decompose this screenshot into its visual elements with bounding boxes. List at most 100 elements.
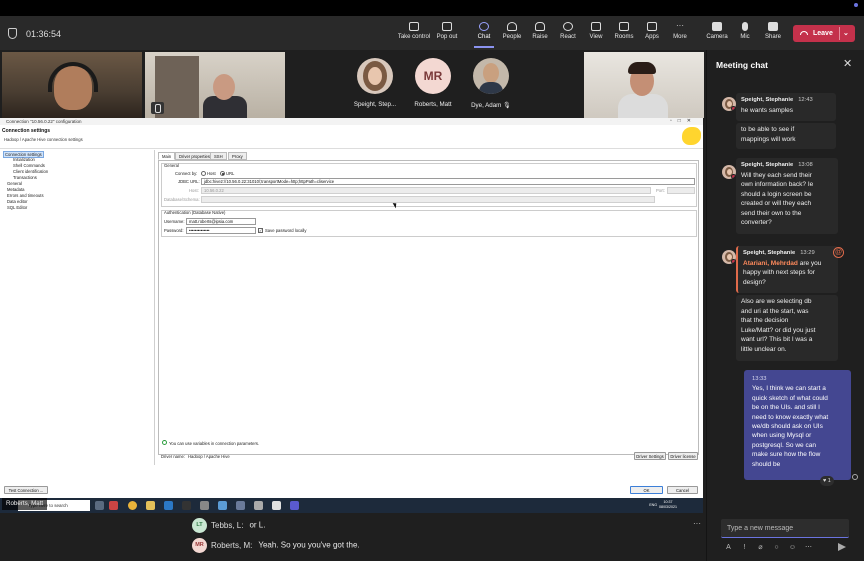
participant-name: Dye, Adam 🎙 xyxy=(471,102,511,109)
tray-date: 08/03/2021 xyxy=(659,505,677,509)
tree-item-initialization[interactable]: Initialization xyxy=(13,157,35,162)
window-controls[interactable]: ▫□✕ xyxy=(670,118,697,125)
ok-button[interactable]: OK xyxy=(630,486,663,494)
password-input[interactable]: •••••••••••••• xyxy=(186,227,256,234)
captions-more-icon[interactable]: ··· xyxy=(693,519,701,528)
app-icon[interactable] xyxy=(109,501,118,510)
tree-item-data-editor[interactable]: Data editor xyxy=(7,199,27,204)
settings-icon[interactable] xyxy=(200,501,209,510)
participant-video-2[interactable] xyxy=(145,52,285,118)
shared-screen[interactable]: Connection "10.56.0.22" configuration ▫□… xyxy=(0,118,703,513)
cancel-button[interactable]: Cancel xyxy=(667,486,698,494)
meeting-timer: 01:36:54 xyxy=(26,29,62,39)
tree-item-errors-timeouts[interactable]: Errors and timeouts xyxy=(7,193,44,198)
close-icon[interactable]: ✕ xyxy=(843,57,852,70)
emoji-icon[interactable]: ☺ xyxy=(788,543,797,552)
task-view-icon[interactable] xyxy=(95,501,104,510)
my-chat-message[interactable]: 13:33 Yes, I think we can start a quick … xyxy=(744,370,851,480)
tree-item-sql-editor[interactable]: SQL Editor xyxy=(7,205,27,210)
terminal-icon[interactable] xyxy=(182,501,191,510)
tab-ssh[interactable]: SSH xyxy=(210,152,227,160)
mic-muted-icon xyxy=(151,102,164,114)
pop-out-button[interactable]: Pop out xyxy=(430,22,464,40)
teams-icon[interactable] xyxy=(290,501,299,510)
driver-license-button[interactable]: Driver license xyxy=(668,452,698,460)
general-group-label: General xyxy=(164,163,179,168)
heart-reaction[interactable]: ♥ 1 xyxy=(820,476,834,486)
avatar xyxy=(473,58,509,94)
react-icon xyxy=(563,22,573,31)
attach-icon[interactable]: ⌀ xyxy=(756,543,765,552)
variables-note: You can use variables in connection para… xyxy=(169,441,260,446)
save-password-checkbox[interactable]: ✓ xyxy=(258,228,263,233)
url-radio-label: URL xyxy=(226,171,235,176)
participant-name: Roberts, Matt xyxy=(414,101,452,108)
tree-item-general[interactable]: General xyxy=(7,181,22,186)
database-label: Database/Schema: xyxy=(164,197,200,202)
dbeaver-icon[interactable] xyxy=(272,501,281,510)
host-input[interactable]: 10.56.0.22 xyxy=(201,187,651,194)
participant-video-3[interactable] xyxy=(584,52,704,118)
priority-icon[interactable]: ! xyxy=(740,543,749,552)
jdbc-url-input[interactable]: jdbc:hive2://10.56.0.22:31010/;transport… xyxy=(201,178,695,185)
chat-icon xyxy=(479,22,489,31)
app-icon[interactable] xyxy=(254,501,263,510)
tab-proxy[interactable]: Proxy xyxy=(228,152,247,160)
chevron-down-icon[interactable]: ⌄ xyxy=(843,25,849,42)
participant-tile-speight[interactable]: Speight, Step... xyxy=(348,58,402,108)
mic-muted-icon: 🎙 xyxy=(503,102,511,109)
url-radio[interactable] xyxy=(220,171,225,176)
outlook-icon[interactable] xyxy=(164,501,173,510)
participant-video-1[interactable] xyxy=(2,52,142,118)
chat-title: Meeting chat xyxy=(716,60,768,70)
test-connection-button[interactable]: Test Connection ... xyxy=(4,486,48,494)
tray-time: 10:37 xyxy=(663,500,673,504)
share-button[interactable]: Share xyxy=(756,22,790,40)
host-field-label: Host: xyxy=(189,188,199,193)
chat-message[interactable]: Speight, Stephanie 12:43 he wants samples xyxy=(736,93,836,121)
participant-tile-roberts[interactable]: MR Roberts, Matt xyxy=(406,58,460,108)
driver-settings-button[interactable]: Driver Settings xyxy=(634,452,666,460)
app-icon[interactable] xyxy=(236,501,245,510)
phone-icon xyxy=(800,31,808,35)
more-button[interactable]: ··· More xyxy=(663,22,697,41)
participant-tile-dye[interactable]: Dye, Adam 🎙 xyxy=(464,58,518,109)
tab-driver-properties[interactable]: Driver properties xyxy=(175,152,214,160)
window-title: Connection "10.56.0.22" configuration xyxy=(0,118,703,125)
avatar: LT xyxy=(192,518,207,533)
avatar: MR xyxy=(415,58,451,94)
username-input[interactable]: matt.roberts@ipsia.com xyxy=(186,218,256,225)
app-icon[interactable] xyxy=(218,501,227,510)
raise-hand-icon xyxy=(535,22,545,31)
chrome-icon[interactable] xyxy=(128,501,137,510)
dialog-heading: Connection settings xyxy=(2,128,51,134)
file-explorer-icon[interactable] xyxy=(146,501,155,510)
auth-group-label: Authentication (Database Native) xyxy=(164,210,226,215)
chat-message[interactable]: to be able to see if mappings will work xyxy=(736,123,836,149)
chat-message[interactable]: Speight, Stephanie 13:29 Atariani, Mehrda… xyxy=(736,246,838,293)
tree-item-metadata[interactable]: Metadata xyxy=(7,187,24,192)
port-input[interactable] xyxy=(667,187,695,194)
chat-message[interactable]: Speight, Stephanie 13:08 Will they each s… xyxy=(736,158,838,234)
more-icon[interactable]: ⋯ xyxy=(804,543,813,552)
mention[interactable]: Atariani, Mehrdad xyxy=(743,260,798,267)
dialog-subheading: Hadoop / Apache Hive connection settings xyxy=(4,137,83,142)
system-tray: ENG 10:37 08/03/2021 xyxy=(649,500,677,509)
format-icon[interactable]: A xyxy=(724,543,733,552)
send-icon[interactable] xyxy=(838,543,846,551)
host-radio[interactable] xyxy=(201,171,206,176)
chat-message[interactable]: Also are we selecting db and uri at the … xyxy=(736,295,838,361)
leave-button[interactable]: Leave ⌄ xyxy=(793,25,855,42)
loop-icon[interactable]: ○ xyxy=(772,543,781,552)
avatar xyxy=(722,250,736,264)
tree-item-shell-commands[interactable]: Shell Commands xyxy=(13,163,45,168)
tree-item-transactions[interactable]: Transactions xyxy=(13,175,37,180)
tree-item-client-identification[interactable]: Client identification xyxy=(13,169,48,174)
camera-icon xyxy=(712,22,722,31)
caption-line: LT Tebbs, L: or L. xyxy=(192,518,265,533)
compose-message-input[interactable]: Type a new message xyxy=(721,519,849,538)
database-input[interactable] xyxy=(201,196,655,203)
avatar xyxy=(722,165,736,179)
take-control-button[interactable]: Take control xyxy=(397,22,431,40)
tab-main[interactable]: Main xyxy=(158,152,176,160)
